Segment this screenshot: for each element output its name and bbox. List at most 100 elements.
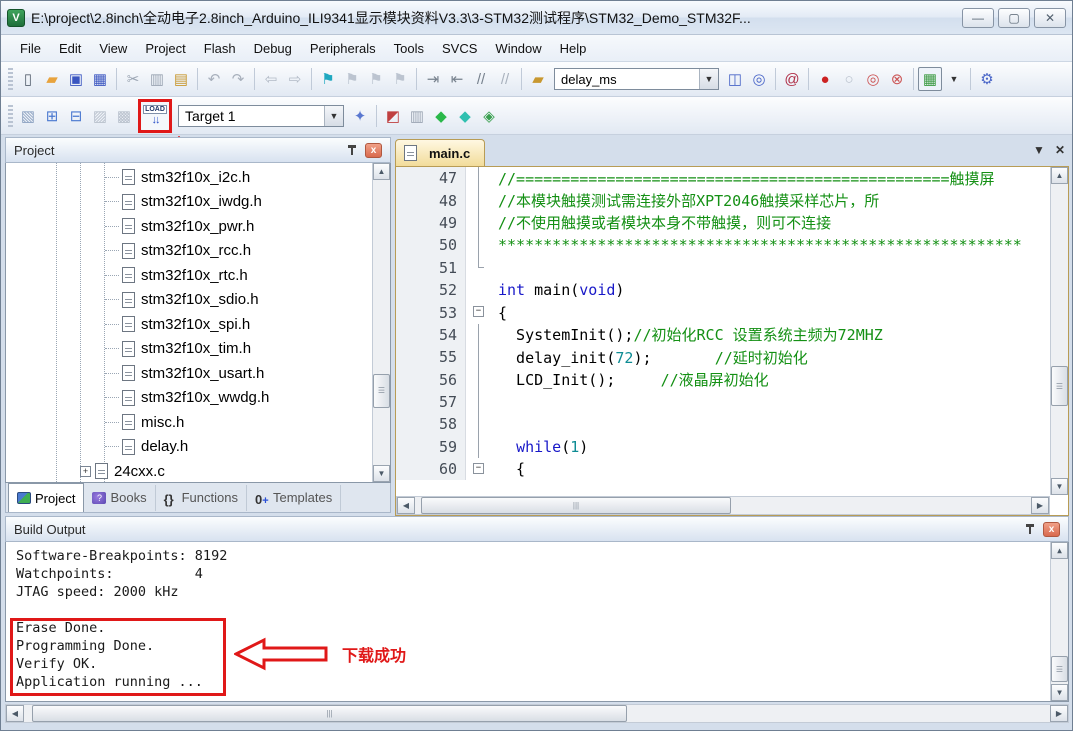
tree-item-stm32f10x_tim-h[interactable]: stm32f10x_tim.h xyxy=(6,337,372,362)
copy-icon[interactable]: ▥ xyxy=(145,67,169,91)
menu-window[interactable]: Window xyxy=(486,37,550,60)
close-document-icon[interactable]: ✕ xyxy=(1055,143,1065,157)
menu-tools[interactable]: Tools xyxy=(385,37,433,60)
translate-file-icon[interactable]: ⊞ xyxy=(40,104,64,128)
tab-main-c[interactable]: main.c xyxy=(395,139,485,166)
pin-icon[interactable] xyxy=(1023,522,1037,536)
fold-collapse-icon[interactable]: − xyxy=(473,306,484,317)
next-bookmark-icon[interactable]: ⚑ xyxy=(364,67,388,91)
cut-icon[interactable]: ✂ xyxy=(121,67,145,91)
menu-svcs[interactable]: SVCS xyxy=(433,37,486,60)
manage-project-items-icon[interactable]: ▥ xyxy=(405,104,429,128)
tree-item-misc-h[interactable]: misc.h xyxy=(6,410,372,435)
close-button[interactable]: ✕ xyxy=(1034,8,1066,28)
tree-item-stm32f10x_rtc-h[interactable]: stm32f10x_rtc.h xyxy=(6,263,372,288)
scrollbar-thumb[interactable]: ☰ xyxy=(1051,656,1068,682)
navigate-back-icon[interactable]: ⇦ xyxy=(259,67,283,91)
panel-tab-templates[interactable]: 0+Templates xyxy=(247,485,341,511)
build-output-log[interactable]: Software-Breakpoints: 8192Watchpoints: 4… xyxy=(5,542,1069,702)
pack-installer-icon[interactable]: ◆ xyxy=(453,104,477,128)
tree-item-stm32f10x_spi-h[interactable]: stm32f10x_spi.h xyxy=(6,312,372,337)
tab-list-dropdown-icon[interactable]: ▼ xyxy=(1033,143,1045,157)
scroll-up-icon[interactable]: ▲ xyxy=(1051,167,1068,184)
insert-breakpoint-icon[interactable]: ● xyxy=(813,67,837,91)
kill-all-breakpoints-icon[interactable]: ⊗ xyxy=(885,67,909,91)
select-software-packs-icon[interactable]: ◆ xyxy=(429,104,453,128)
current-window-icon[interactable]: ▦ xyxy=(918,67,942,91)
target-select-combobox[interactable]: Target 1 ▼ xyxy=(178,105,344,127)
scrollbar-thumb[interactable]: ||| xyxy=(421,497,731,514)
tree-item-stm32f10x_wwdg-h[interactable]: stm32f10x_wwdg.h xyxy=(6,386,372,411)
uncomment-icon[interactable]: // xyxy=(493,67,517,91)
new-file-icon[interactable]: ▯ xyxy=(16,67,40,91)
scrollbar-thumb[interactable]: ||| xyxy=(32,705,627,722)
tree-item-stm32f10x_iwdg-h[interactable]: stm32f10x_iwdg.h xyxy=(6,190,372,215)
combo-dropdown-icon[interactable]: ▼ xyxy=(324,106,343,126)
panel-tab-books[interactable]: ?Books xyxy=(84,485,155,511)
find-text-combobox[interactable]: delay_ms ▼ xyxy=(554,68,719,90)
navigate-forward-icon[interactable]: ⇨ xyxy=(283,67,307,91)
manage-runtime-environment-icon[interactable]: ◩ xyxy=(381,104,405,128)
scrollbar-thumb[interactable]: ☰ xyxy=(373,374,390,408)
save-icon[interactable]: ▣ xyxy=(64,67,88,91)
comment-icon[interactable]: // xyxy=(469,67,493,91)
build-output-close-icon[interactable]: x xyxy=(1043,522,1060,537)
scroll-left-icon[interactable]: ◀ xyxy=(6,705,24,722)
disable-all-breakpoints-icon[interactable]: ◎ xyxy=(861,67,885,91)
menu-file[interactable]: File xyxy=(11,37,50,60)
debug-session-icon[interactable]: ▧ xyxy=(16,104,40,128)
scroll-up-icon[interactable]: ▲ xyxy=(373,163,390,180)
menu-peripherals[interactable]: Peripherals xyxy=(301,37,385,60)
project-close-icon[interactable]: x xyxy=(365,143,382,158)
software-packs-icon[interactable]: ◈ xyxy=(477,104,501,128)
save-all-icon[interactable]: ▦ xyxy=(88,67,112,91)
panel-tab-project[interactable]: Project xyxy=(8,483,84,512)
code-surface[interactable]: 47//====================================… xyxy=(396,167,1050,495)
toolbar-grip[interactable] xyxy=(8,105,13,127)
pin-icon[interactable] xyxy=(345,143,359,157)
scroll-up-icon[interactable]: ▲ xyxy=(1051,542,1068,559)
maximize-button[interactable]: ▢ xyxy=(998,8,1030,28)
menu-view[interactable]: View xyxy=(90,37,136,60)
project-tree[interactable]: stm32f10x_i2c.hstm32f10x_iwdg.hstm32f10x… xyxy=(5,163,391,483)
combo-dropdown-icon[interactable]: ▼ xyxy=(699,69,718,89)
menu-help[interactable]: Help xyxy=(551,37,596,60)
find-icon[interactable]: ◫ xyxy=(723,67,747,91)
menu-project[interactable]: Project xyxy=(136,37,194,60)
fold-collapse-icon[interactable]: − xyxy=(473,463,484,474)
outdent-icon[interactable]: ⇤ xyxy=(445,67,469,91)
panel-tab-functions[interactable]: {}Functions xyxy=(156,485,247,511)
tree-item-delay-h[interactable]: delay.h xyxy=(6,435,372,460)
window-dropdown-icon[interactable]: ▼ xyxy=(942,67,966,91)
rebuild-all-icon[interactable]: ▨ xyxy=(88,104,112,128)
scrollbar-thumb[interactable]: ☰ xyxy=(1051,366,1068,406)
expand-icon[interactable]: + xyxy=(80,466,91,477)
menu-flash[interactable]: Flash xyxy=(195,37,245,60)
tree-item-24cxx-c[interactable]: +24cxx.c xyxy=(6,459,372,483)
fold-margin[interactable]: − xyxy=(466,301,492,323)
redo-icon[interactable]: ↷ xyxy=(226,67,250,91)
tree-item-stm32f10x_pwr-h[interactable]: stm32f10x_pwr.h xyxy=(6,214,372,239)
project-tree-scrollbar[interactable]: ▲ ☰ ▼ xyxy=(372,163,390,482)
editor-vertical-scrollbar[interactable]: ▲ ☰ ▼ xyxy=(1050,167,1068,495)
indent-icon[interactable]: ⇥ xyxy=(421,67,445,91)
menu-edit[interactable]: Edit xyxy=(50,37,90,60)
scroll-right-icon[interactable]: ▶ xyxy=(1031,497,1049,514)
paste-icon[interactable]: ▤ xyxy=(169,67,193,91)
build-output-horizontal-scrollbar[interactable]: ◀ ||| ▶ xyxy=(5,704,1069,723)
build-target-icon[interactable]: ⊟ xyxy=(64,104,88,128)
build-output-scrollbar[interactable]: ▲ ☰ ▼ xyxy=(1050,542,1068,701)
options-for-target-icon[interactable]: ✦ xyxy=(348,104,372,128)
minimize-button[interactable]: — xyxy=(962,8,994,28)
flash-download-load-button[interactable]: LOAD ↓↓ xyxy=(141,102,169,130)
batch-build-icon[interactable]: ▩ xyxy=(112,104,136,128)
toolbar-grip[interactable] xyxy=(8,68,13,90)
scroll-left-icon[interactable]: ◀ xyxy=(397,497,415,514)
scroll-down-icon[interactable]: ▼ xyxy=(1051,684,1068,701)
clear-bookmarks-icon[interactable]: ⚑ xyxy=(388,67,412,91)
incremental-find-icon[interactable]: ◎ xyxy=(747,67,771,91)
menu-debug[interactable]: Debug xyxy=(245,37,301,60)
tree-item-stm32f10x_sdio-h[interactable]: stm32f10x_sdio.h xyxy=(6,288,372,313)
fold-margin[interactable]: − xyxy=(466,458,492,480)
open-folder-icon[interactable]: ▰ xyxy=(40,67,64,91)
